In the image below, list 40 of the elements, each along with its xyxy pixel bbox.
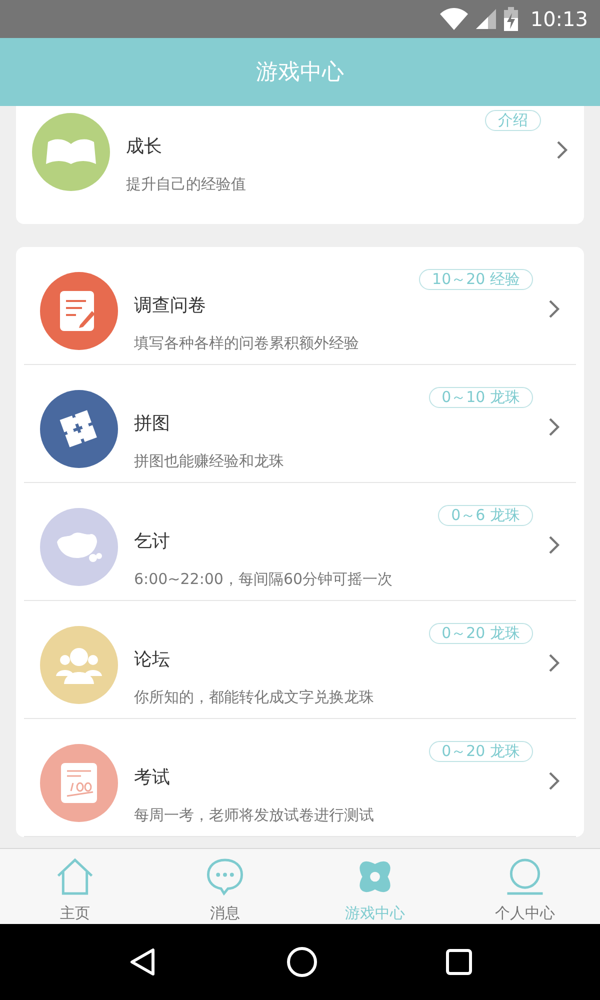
item-description: 拼图也能赚经验和龙珠 — [134, 451, 285, 471]
chat-bubble-icon — [206, 858, 244, 896]
book-icon — [46, 138, 96, 166]
chevron-right-icon[interactable] — [548, 417, 560, 437]
item-description: 6:00~22:00，每间隔60分钟可摇一次 — [134, 569, 394, 589]
tab-item[interactable]: 个人中心 — [450, 849, 600, 924]
chevron-right-icon[interactable] — [548, 535, 560, 555]
item-title: 调查问卷 — [134, 294, 207, 318]
item-title: 论坛 — [134, 648, 171, 672]
wifi-icon — [440, 8, 468, 30]
chevron-right-icon[interactable] — [548, 653, 560, 673]
person-icon — [506, 858, 544, 896]
reward-badge: 0～10 龙珠 — [428, 387, 533, 408]
chevron-right-icon[interactable] — [548, 299, 560, 319]
item-description: 每周一考，老师将发放试卷进行测试 — [134, 805, 375, 825]
item-title: 拼图 — [134, 412, 171, 436]
reward-badge: 10～20 经验 — [419, 269, 533, 290]
item-title: 考试 — [134, 766, 171, 790]
clock-time: 10:13 — [530, 6, 588, 33]
chevron-right-icon[interactable] — [548, 771, 560, 791]
page-title: 游戏中心 — [256, 58, 344, 86]
tab-item[interactable]: 主页 — [0, 849, 150, 924]
battery-icon — [504, 7, 518, 31]
test-paper-icon — [61, 763, 97, 803]
item-description: 提升自己的经验值 — [126, 174, 247, 194]
item-description: 填写各种各样的问卷累积额外经验 — [134, 333, 360, 353]
reward-badge: 0～20 龙珠 — [428, 741, 533, 762]
reward-badge: 0～6 龙珠 — [438, 505, 533, 526]
item-title: 成长 — [126, 135, 163, 159]
item-description: 你所知的，都能转化成文字兑换龙珠 — [134, 687, 375, 707]
home-button[interactable] — [286, 947, 317, 977]
tab-item[interactable]: 消息 — [150, 849, 300, 924]
reward-badge: 0～20 龙珠 — [428, 623, 533, 644]
group-icon — [56, 646, 102, 684]
reward-badge: 介绍 — [485, 110, 541, 131]
home-icon — [56, 858, 94, 896]
chevron-right-icon[interactable] — [556, 140, 568, 160]
item-title: 乞讨 — [134, 530, 171, 554]
signal-icon — [476, 9, 496, 29]
recents-button[interactable] — [446, 949, 472, 975]
